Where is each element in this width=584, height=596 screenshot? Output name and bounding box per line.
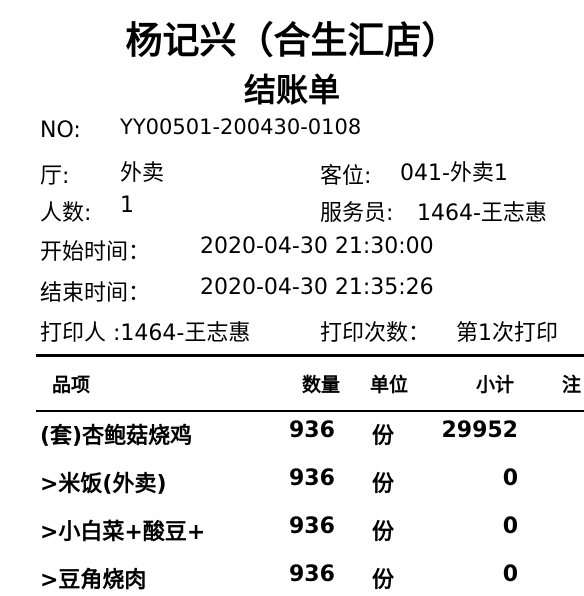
row-item: >豆角烧肉: [40, 568, 147, 593]
row-qty: 936: [289, 562, 335, 587]
hall-value: 外卖: [120, 161, 165, 186]
column-header-subtotal: 小计: [476, 374, 515, 396]
row-subtotal: 0: [502, 466, 518, 491]
receipt-number: YY00501-200430-0108: [120, 115, 362, 139]
row-unit: 份: [372, 520, 395, 545]
seat-value: 041-外卖1: [400, 161, 508, 186]
restaurant-name: 杨记兴（合生汇店）: [125, 19, 459, 62]
end-time-value: 2020-04-30 21:35:26: [200, 275, 434, 300]
row-subtotal: 29952: [441, 418, 518, 443]
row-unit: 份: [372, 424, 395, 449]
header-top-divider: [36, 354, 584, 357]
row-unit: 份: [372, 568, 395, 593]
print-count-value: 第1次打印: [456, 321, 558, 346]
column-header-note: 注: [562, 374, 582, 396]
row-unit: 份: [372, 472, 395, 497]
row-item: >米饭(外卖): [40, 472, 167, 497]
row-item: >小白菜+酸豆+: [40, 520, 206, 545]
guests-label: 人数:: [40, 201, 92, 226]
printer-info: 打印人 :1464-王志惠: [40, 321, 251, 346]
seat-label: 客位:: [320, 164, 372, 189]
column-header-unit: 单位: [370, 374, 409, 396]
column-header-qty: 数量: [302, 374, 341, 396]
receipt-number-label: NO:: [40, 118, 81, 143]
document-title: 结账单: [243, 71, 340, 109]
header-bottom-divider: [36, 410, 584, 412]
waiter-value: 1464-王志惠: [417, 201, 547, 226]
start-time-value: 2020-04-30 21:30:00: [200, 234, 434, 259]
row-qty: 936: [289, 514, 335, 539]
column-header-item: 品项: [52, 374, 91, 396]
guests-value: 1: [120, 193, 134, 218]
row-item: (套)杏鲍菇烧鸡: [40, 424, 193, 449]
start-time-label: 开始时间：: [40, 240, 151, 265]
end-time-label: 结束时间：: [40, 281, 151, 306]
row-subtotal: 0: [502, 562, 518, 587]
row-qty: 936: [289, 466, 335, 491]
row-qty: 936: [289, 418, 335, 443]
hall-label: 厅:: [40, 164, 70, 189]
row-subtotal: 0: [502, 514, 518, 539]
print-count-label: 打印次数：: [320, 321, 431, 346]
waiter-label: 服务员:: [320, 201, 394, 226]
